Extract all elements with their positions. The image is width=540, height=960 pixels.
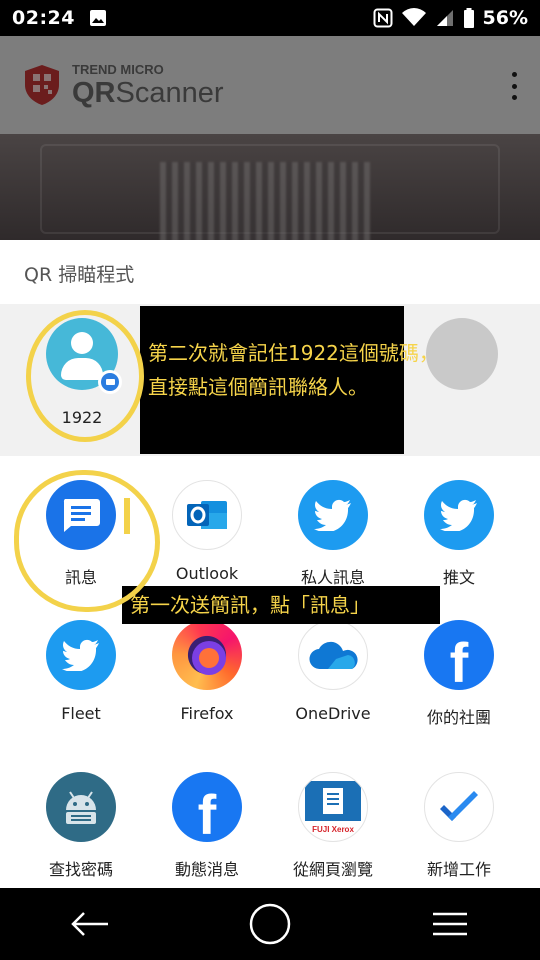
share-app-outlook[interactable]: Outlook [142, 480, 272, 583]
app-label: 你的社團 [426, 708, 491, 727]
share-app-fujixerox-print[interactable]: FUJI Xerox 從網頁瀏覽 [268, 772, 398, 880]
app-label: 新增工作 [426, 860, 491, 879]
home-button[interactable] [240, 894, 300, 954]
firefox-icon [172, 620, 242, 690]
screen: 02:24 56% TREND MICRO QRScanner QR 掃瞄程式 … [0, 0, 540, 960]
camera-preview [0, 134, 540, 240]
facebook-icon: f [172, 772, 242, 842]
brand-product: QRScanner [72, 76, 224, 109]
messages-badge-icon [98, 370, 122, 394]
recents-button[interactable] [420, 894, 480, 954]
direct-share-contact-1922[interactable]: 1922 [46, 318, 122, 427]
share-app-keepass[interactable]: 查找密碼 [16, 772, 146, 880]
signal-icon [436, 10, 453, 26]
app-label: 訊息 [64, 568, 97, 587]
share-app-tweet[interactable]: 推文 [394, 480, 524, 588]
share-app-messages[interactable]: 訊息 [16, 480, 146, 588]
status-time: 02:24 [12, 7, 75, 29]
share-sheet-title: QR 掃瞄程式 [24, 264, 135, 286]
share-app-onedrive[interactable]: OneDrive [268, 620, 398, 723]
outlook-icon [172, 480, 242, 550]
share-app-fb-groups[interactable]: f 你的社團 [394, 620, 524, 728]
annotation-mark [124, 498, 130, 534]
home-circle-icon [249, 903, 291, 945]
app-bar: TREND MICRO QRScanner [0, 36, 540, 134]
facebook-icon: f [424, 620, 494, 690]
onedrive-icon [298, 620, 368, 690]
battery-percent: 56% [482, 7, 528, 29]
tasks-icon [424, 772, 494, 842]
share-app-twitter-dm[interactable]: 私人訊息 [268, 480, 398, 588]
trend-micro-shield-icon [25, 65, 59, 105]
fujixerox-icon: FUJI Xerox [298, 772, 368, 842]
app-label: 查找密碼 [48, 860, 113, 879]
svg-text:FUJI Xerox: FUJI Xerox [312, 825, 354, 834]
messages-icon [46, 480, 116, 550]
app-label: 私人訊息 [300, 568, 365, 587]
back-button[interactable] [60, 894, 120, 954]
nfc-icon [373, 8, 393, 28]
app-label: OneDrive [295, 704, 371, 723]
image-icon [89, 10, 106, 26]
battery-icon [463, 8, 474, 28]
wifi-icon [401, 8, 426, 26]
app-label: Firefox [180, 704, 234, 723]
overflow-menu-icon[interactable] [510, 72, 518, 100]
navigation-bar [0, 888, 540, 960]
share-app-fb-news-feed[interactable]: f 動態消息 [142, 772, 272, 880]
twitter-icon [46, 620, 116, 690]
keepass-icon [46, 772, 116, 842]
share-app-add-task[interactable]: 新增工作 [394, 772, 524, 880]
twitter-icon [298, 480, 368, 550]
share-app-firefox[interactable]: Firefox [142, 620, 272, 723]
app-label: Outlook [175, 564, 239, 583]
menu-lines-icon [433, 912, 467, 936]
share-app-fleet[interactable]: Fleet [16, 620, 146, 723]
back-arrow-icon [71, 912, 108, 936]
app-label: 從網頁瀏覽 [292, 860, 373, 879]
annotation-note-second-time: 第二次就會記住1922這個號碼， 直接點這個簡訊聯絡人。 [140, 306, 439, 454]
twitter-icon [424, 480, 494, 550]
annotation-note-first-time: 第一次送簡訊，點「訊息」 [122, 586, 440, 624]
status-bar: 02:24 56% [0, 0, 540, 36]
brand-logo: TREND MICRO QRScanner [22, 63, 224, 108]
app-label: 動態消息 [174, 860, 239, 879]
app-label: 推文 [442, 568, 475, 587]
contact-name: 1922 [61, 408, 103, 427]
brand-company: TREND MICRO [72, 61, 164, 77]
app-label: Fleet [61, 704, 101, 723]
